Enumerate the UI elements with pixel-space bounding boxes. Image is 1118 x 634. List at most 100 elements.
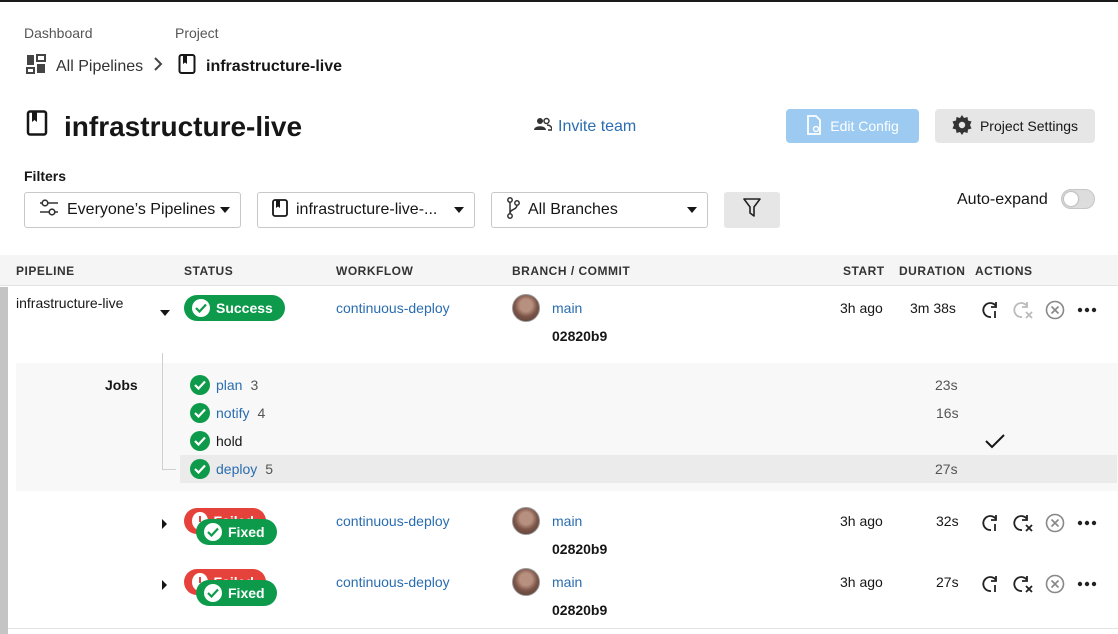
page-title: infrastructure-live <box>26 110 302 143</box>
check-circle-icon <box>190 403 210 423</box>
job-name[interactable]: deploy <box>216 461 257 477</box>
project-book-icon <box>26 110 48 143</box>
duration: 3m 38s <box>910 300 956 316</box>
check-circle-icon <box>192 299 210 317</box>
breadcrumb-project-label: Project <box>175 25 219 41</box>
column-workflow: WORKFLOW <box>336 264 414 278</box>
jobs-tree-branch <box>162 469 176 470</box>
toggle-knob <box>1064 192 1078 206</box>
workflow-link[interactable]: continuous-deploy <box>336 574 450 590</box>
rerun-failed-icon[interactable] <box>1012 512 1034 534</box>
invite-team-link[interactable]: Invite team <box>534 117 636 136</box>
pipelines-owner-select[interactable]: Everyone’s Pipelines <box>24 192 241 228</box>
project-settings-button[interactable]: Project Settings <box>935 109 1095 143</box>
expand-caret-icon[interactable] <box>161 516 168 534</box>
project-settings-label: Project Settings <box>979 118 1079 134</box>
rerun-failed-icon[interactable] <box>1012 299 1034 321</box>
check-circle-icon <box>204 584 222 602</box>
auto-expand-toggle[interactable] <box>1061 189 1095 209</box>
expand-caret-icon[interactable] <box>161 577 168 595</box>
start-time: 3h ago <box>840 513 883 529</box>
commit-hash[interactable]: 02820b9 <box>552 328 607 344</box>
check-circle-icon <box>190 375 210 395</box>
sliders-icon <box>39 198 59 222</box>
job-name: hold <box>216 433 243 449</box>
more-options-icon[interactable] <box>1076 573 1098 595</box>
jobs-label: Jobs <box>105 377 138 393</box>
avatar <box>512 294 540 322</box>
chevron-right-icon <box>153 57 163 76</box>
cancel-icon[interactable] <box>1044 299 1066 321</box>
cancel-icon[interactable] <box>1044 512 1066 534</box>
project-book-icon <box>178 54 196 79</box>
collapse-caret-icon[interactable] <box>160 304 170 322</box>
project-select-value: infrastructure-live-... <box>296 201 438 218</box>
invite-team-label: Invite team <box>558 117 637 135</box>
auto-expand-label: Auto-expand <box>957 191 1048 208</box>
project-book-icon <box>272 198 288 222</box>
people-icon <box>534 117 553 136</box>
workflow-link[interactable]: continuous-deploy <box>336 300 450 316</box>
column-start: START <box>843 264 885 278</box>
workflow-link[interactable]: continuous-deploy <box>336 513 450 529</box>
start-time: 3h ago <box>840 300 883 316</box>
pipeline-name[interactable]: infrastructure-live <box>16 295 123 311</box>
dashboard-icon <box>26 54 46 79</box>
more-options-icon[interactable] <box>1076 299 1098 321</box>
rerun-icon[interactable] <box>980 299 1002 321</box>
status-badge-success[interactable]: Success <box>184 295 285 321</box>
edit-config-button[interactable]: Edit Config <box>786 109 919 143</box>
job-duration: 27s <box>935 461 958 477</box>
branch-link[interactable]: main <box>552 574 582 590</box>
branch-select[interactable]: All Branches <box>491 192 708 228</box>
caret-down-icon <box>687 207 697 213</box>
jobs-tree-line <box>162 353 163 469</box>
job-row[interactable]: deploy 5 <box>180 455 1118 483</box>
branch-link[interactable]: main <box>552 513 582 529</box>
rerun-icon[interactable] <box>980 573 1002 595</box>
breadcrumb-current-project[interactable]: infrastructure-live <box>178 54 342 79</box>
file-gear-icon <box>806 114 822 138</box>
breadcrumb-all-pipelines-label: All Pipelines <box>56 57 144 75</box>
branch-select-value: All Branches <box>528 201 618 218</box>
filter-button[interactable] <box>724 192 780 228</box>
job-name[interactable]: notify <box>216 405 249 421</box>
job-row[interactable]: notify 4 <box>180 399 1118 427</box>
duration: 27s <box>936 574 959 590</box>
job-row[interactable]: plan 3 <box>180 371 1118 399</box>
status-badge-fixed[interactable]: Fixed <box>196 519 277 545</box>
job-number: 4 <box>257 405 266 421</box>
status-label: Success <box>216 300 273 316</box>
git-branch-icon <box>506 196 520 224</box>
jobs-tree-top <box>162 353 163 354</box>
job-name[interactable]: plan <box>216 377 242 393</box>
status-label: Fixed <box>228 585 265 601</box>
column-status: STATUS <box>184 264 234 278</box>
avatar <box>512 507 540 535</box>
rerun-failed-icon[interactable] <box>1012 573 1034 595</box>
status-badge-fixed[interactable]: Fixed <box>196 580 277 606</box>
more-options-icon[interactable] <box>1076 512 1098 534</box>
job-duration: 23s <box>935 377 958 393</box>
check-circle-icon <box>204 523 222 541</box>
project-select[interactable]: infrastructure-live-... <box>257 192 475 228</box>
breadcrumb-current-project-label: infrastructure-live <box>206 57 343 75</box>
filters-label: Filters <box>24 168 67 184</box>
branch-link[interactable]: main <box>552 300 582 316</box>
funnel-icon <box>743 197 761 223</box>
column-branch-commit: BRANCH / COMMIT <box>512 264 631 278</box>
rerun-icon[interactable] <box>980 512 1002 534</box>
page-title-text: infrastructure-live <box>64 110 303 142</box>
commit-hash[interactable]: 02820b9 <box>552 602 607 618</box>
column-duration: DURATION <box>899 264 966 278</box>
commit-hash[interactable]: 02820b9 <box>552 541 607 557</box>
column-actions: ACTIONS <box>975 264 1033 278</box>
job-row[interactable]: hold <box>180 427 1118 455</box>
breadcrumb-all-pipelines[interactable]: All Pipelines <box>26 54 163 79</box>
check-circle-icon <box>190 431 210 451</box>
cancel-icon[interactable] <box>1044 573 1066 595</box>
job-duration: 16s <box>936 405 959 421</box>
breadcrumb-dashboard-label: Dashboard <box>24 25 93 41</box>
column-pipeline: PIPELINE <box>16 264 75 278</box>
job-number: 5 <box>265 461 274 477</box>
